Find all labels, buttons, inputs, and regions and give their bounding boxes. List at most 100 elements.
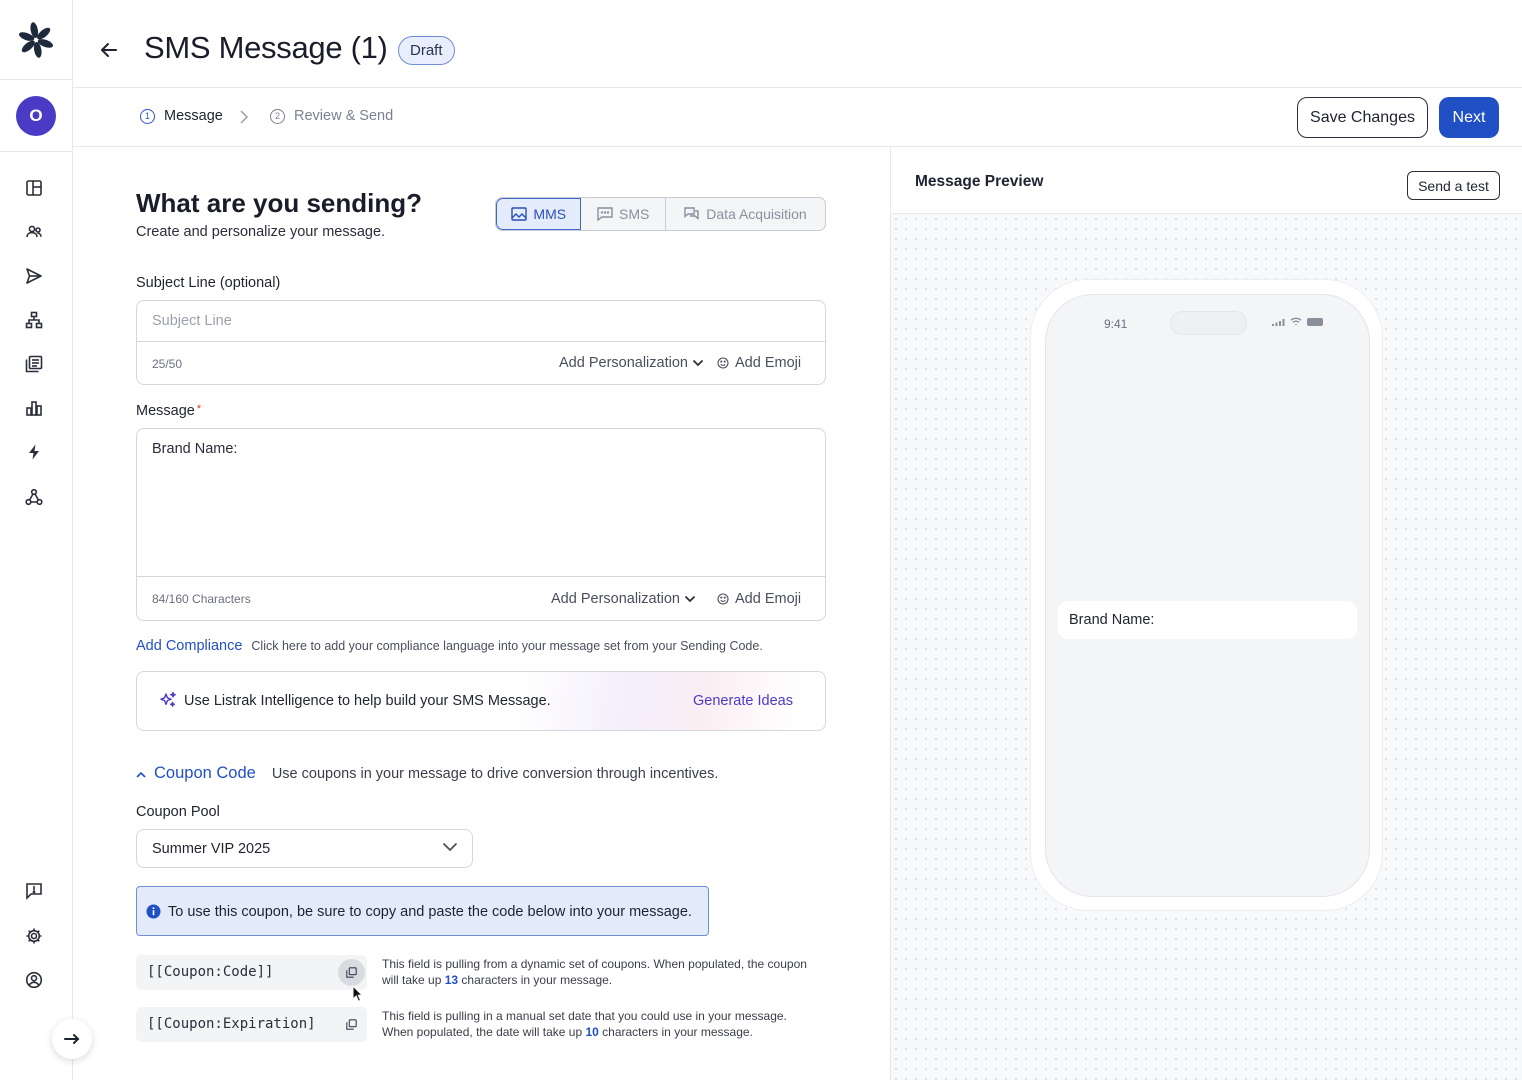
coupon-section-header[interactable]: Coupon Code Use coupons in your message …: [136, 764, 718, 783]
coupon-expiration-description: This field is pulling in a manual set da…: [382, 1009, 787, 1039]
status-badge: Draft: [398, 36, 455, 65]
logo[interactable]: [0, 0, 72, 80]
mouse-pointer-icon: [352, 985, 364, 1002]
add-emoji-label: Add Emoji: [735, 591, 802, 607]
dashboard-icon[interactable]: [22, 176, 46, 200]
step-number: 2: [270, 108, 285, 124]
subject-field: 25/50 Add Personalization Add Emoji: [136, 300, 826, 385]
type-label: SMS: [619, 206, 650, 222]
brand-logo-icon: [18, 21, 54, 58]
compliance-row: Add Compliance Click here to add your co…: [136, 638, 763, 654]
preview-title: Message Preview: [915, 173, 1044, 190]
step-review-send[interactable]: 2 Review & Send: [270, 108, 393, 124]
phone-dynamic-island: [1170, 311, 1247, 335]
settings-gear-icon[interactable]: [22, 924, 46, 948]
feedback-icon[interactable]: [22, 879, 46, 903]
coupon-code-description: This field is pulling from a dynamic set…: [382, 957, 807, 987]
coupon-code-token: [[Coupon:Code]]: [147, 964, 274, 980]
add-compliance-link[interactable]: Add Compliance: [136, 638, 242, 654]
message-counter: 84/160 Characters: [152, 592, 251, 606]
analytics-icon[interactable]: [22, 396, 46, 420]
battery-icon: [1307, 317, 1323, 326]
send-test-button[interactable]: Send a test: [1407, 171, 1500, 200]
coupon-section-description: Use coupons in your message to drive con…: [271, 766, 719, 782]
coupon-info-text: To use this coupon, be sure to copy and …: [168, 904, 692, 920]
copy-icon: [346, 1019, 357, 1030]
subject-add-personalization[interactable]: Add Personalization: [559, 355, 704, 371]
coupon-code-char-count: 13: [444, 973, 459, 987]
step-message[interactable]: 1 Message: [140, 108, 223, 124]
emoji-icon: [717, 593, 729, 605]
coupon-expiration-char-count: 10: [585, 1025, 599, 1039]
copy-coupon-code-button[interactable]: [338, 959, 365, 986]
chevron-down-icon: [692, 359, 704, 367]
message-field[interactable]: Brand Name: 84/160 Characters Add Person…: [136, 428, 826, 621]
back-button[interactable]: [97, 38, 121, 62]
phone-mockup: 9:41 Brand Name:: [1030, 279, 1383, 911]
copy-coupon-expiration-button[interactable]: [338, 1011, 365, 1038]
coupon-code-field: [[Coupon:Code]]: [136, 955, 367, 990]
phone-status-icons: [1272, 317, 1324, 326]
chevron-up-icon: [136, 771, 146, 778]
step-label: Review & Send: [294, 108, 394, 124]
next-button[interactable]: Next: [1439, 97, 1499, 138]
message-bubble-text: Brand Name:: [1069, 612, 1155, 628]
conversation-icon: [684, 207, 699, 220]
chevron-right-icon: [240, 110, 249, 124]
divider: [137, 576, 825, 577]
type-data-acquisition-button[interactable]: Data Acquisition: [666, 198, 825, 230]
subject-label: Subject Line (optional): [136, 275, 281, 291]
message-preview-panel: Message Preview Send a test 9:41 Brand N…: [890, 147, 1522, 1080]
signal-icon: [1272, 318, 1285, 326]
account-icon[interactable]: [22, 968, 46, 992]
preview-header: Message Preview Send a test: [891, 147, 1522, 214]
message-add-emoji[interactable]: Add Emoji: [717, 591, 801, 607]
avatar[interactable]: O: [16, 95, 56, 136]
info-icon: [146, 904, 161, 919]
content-library-icon[interactable]: [22, 352, 46, 376]
type-sms-button[interactable]: SMS: [581, 198, 666, 230]
message-label: Message *: [136, 403, 201, 419]
subject-input[interactable]: [137, 301, 825, 342]
phone-screen: 9:41 Brand Name:: [1045, 294, 1370, 897]
ai-suggestion-banner: Use Listrak Intelligence to help build y…: [136, 671, 826, 731]
integrations-icon[interactable]: [22, 485, 46, 509]
page-title: SMS Message (1): [144, 30, 388, 65]
arrow-left-icon: [101, 43, 117, 57]
add-emoji-label: Add Emoji: [735, 355, 802, 371]
emoji-icon: [717, 357, 729, 369]
form-subheading: Create and personalize your message.: [136, 224, 386, 240]
preview-canvas: 9:41 Brand Name:: [891, 214, 1522, 1080]
wifi-icon: [1290, 317, 1302, 326]
message-textarea[interactable]: Brand Name:: [152, 441, 237, 457]
hierarchy-icon[interactable]: [22, 308, 46, 332]
message-type-toggle: MMS SMS Data Acquisition: [495, 197, 826, 231]
message-label-text: Message: [136, 403, 195, 419]
message-add-personalization[interactable]: Add Personalization: [551, 591, 696, 607]
add-personalization-label: Add Personalization: [559, 355, 688, 371]
send-icon[interactable]: [22, 264, 46, 288]
subject-counter: 25/50: [152, 357, 183, 371]
contacts-icon[interactable]: [22, 220, 46, 244]
step-number: 1: [140, 108, 155, 124]
page-header: SMS Message (1) Draft: [73, 0, 1522, 88]
save-changes-button[interactable]: Save Changes: [1297, 97, 1428, 138]
lightning-icon[interactable]: [22, 440, 46, 464]
coupon-pool-select[interactable]: Summer VIP 2025: [136, 829, 473, 868]
type-mms-button[interactable]: MMS: [496, 198, 582, 230]
coupon-pool-label: Coupon Pool: [136, 804, 220, 820]
required-mark: *: [196, 403, 202, 415]
coupon-expiration-token: [[Coupon:Expiration]: [147, 1016, 316, 1032]
left-rail: O: [0, 0, 73, 1080]
chevron-down-icon: [442, 842, 458, 852]
image-icon: [511, 207, 528, 221]
phone-time: 9:41: [1104, 317, 1128, 331]
avatar-area: O: [0, 80, 72, 152]
form-heading: What are you sending?: [136, 188, 423, 218]
coupon-expiration-field: [[Coupon:Expiration]: [136, 1007, 367, 1042]
subject-add-emoji[interactable]: Add Emoji: [717, 355, 801, 371]
add-personalization-label: Add Personalization: [551, 591, 680, 607]
stepper-bar: 1 Message 2 Review & Send Save Changes N…: [73, 88, 1522, 147]
generate-ideas-button[interactable]: Generate Ideas: [693, 693, 793, 709]
sparkle-icon: [160, 691, 176, 707]
